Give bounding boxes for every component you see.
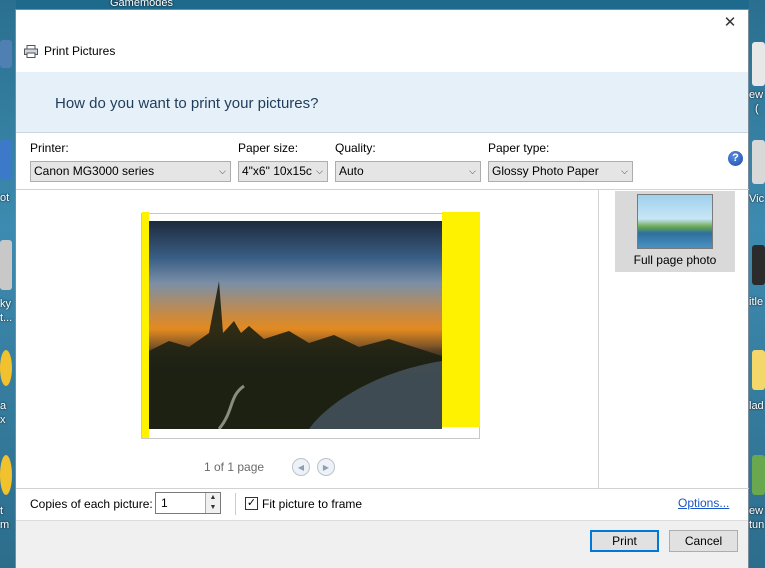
- next-page-button[interactable]: ▶: [317, 458, 335, 476]
- layout-thumbnail: [637, 194, 713, 249]
- print-button[interactable]: Print: [590, 530, 659, 552]
- printer-select[interactable]: Canon MG3000 series ⌵: [30, 161, 231, 182]
- desktop-label-top: Gamemodes: [110, 0, 173, 9]
- desktop-icon[interactable]: [752, 455, 765, 495]
- copies-value: 1: [161, 496, 168, 510]
- desktop-label: a: [0, 400, 7, 412]
- desktop-icon[interactable]: [0, 455, 12, 495]
- desktop-label: ot: [0, 192, 10, 204]
- chevron-down-icon: ⌵: [469, 166, 476, 176]
- question-banner: How do you want to print your pictures?: [16, 72, 748, 133]
- paper-type-label: Paper type:: [488, 141, 550, 155]
- page-indicator: 1 of 1 page: [204, 460, 265, 474]
- quality-label: Quality:: [335, 141, 376, 155]
- print-preview-area: 1 of 1 page ◀ ▶: [16, 189, 598, 489]
- layout-full-page-photo[interactable]: Full page photo: [615, 191, 735, 272]
- desktop-right-strip: ew ( Vic itle lad ew tun: [749, 0, 765, 568]
- chevron-down-icon: ⌵: [621, 166, 628, 176]
- printer-select-value: Canon MG3000 series: [34, 164, 155, 178]
- desktop-icon[interactable]: [752, 245, 765, 285]
- desktop-label: t...: [0, 312, 13, 324]
- stepper-down-button[interactable]: ▼: [205, 503, 220, 513]
- print-pictures-dialog: ✕ Print Pictures How do you want to prin…: [15, 9, 749, 568]
- close-button[interactable]: ✕: [721, 14, 739, 32]
- paper-size-select[interactable]: 4"x6" 10x15c ⌵: [238, 161, 328, 182]
- layout-panel: Full page photo: [598, 189, 749, 489]
- dialog-title: Print Pictures: [44, 44, 116, 58]
- desktop-icon[interactable]: [752, 42, 765, 86]
- fit-to-frame-checkbox[interactable]: ✓: [245, 497, 258, 510]
- desktop-icon[interactable]: [752, 350, 765, 390]
- options-link[interactable]: Options...: [678, 496, 729, 510]
- printer-label: Printer:: [30, 141, 69, 155]
- copies-label: Copies of each picture:: [30, 497, 153, 511]
- cancel-button[interactable]: Cancel: [669, 530, 738, 552]
- quality-select-value: Auto: [339, 164, 364, 178]
- desktop-label: ew: [749, 89, 764, 101]
- highlight-left: [142, 212, 149, 438]
- desktop-icon[interactable]: [0, 40, 12, 68]
- desktop-label: lad: [749, 400, 764, 412]
- desktop-icon[interactable]: [752, 140, 765, 184]
- help-icon[interactable]: ?: [728, 151, 743, 166]
- desktop-label: tun: [749, 519, 765, 531]
- desktop-left-strip: ot ky t... a x t m: [0, 0, 16, 568]
- copies-stepper[interactable]: 1 ▲ ▼: [155, 492, 221, 514]
- desktop-label: Vic: [749, 193, 765, 205]
- desktop-icon[interactable]: [0, 140, 12, 180]
- paper-size-label: Paper size:: [238, 141, 299, 155]
- desktop-icon[interactable]: [0, 240, 12, 290]
- question-heading: How do you want to print your pictures?: [55, 95, 319, 112]
- desktop-label: ky: [0, 298, 11, 310]
- paper-size-select-value: 4"x6" 10x15c: [242, 164, 312, 178]
- desktop-label: itle: [749, 296, 764, 308]
- divider: [235, 493, 236, 515]
- fit-to-frame-label[interactable]: Fit picture to frame: [262, 497, 362, 511]
- previous-page-button[interactable]: ◀: [292, 458, 310, 476]
- chevron-down-icon: ⌵: [316, 166, 323, 176]
- paper-type-select[interactable]: Glossy Photo Paper ⌵: [488, 161, 633, 182]
- desktop-label: x: [0, 414, 6, 426]
- desktop-icon[interactable]: [0, 350, 12, 386]
- desktop-label: (: [755, 103, 759, 115]
- printer-icon: [24, 44, 38, 58]
- quality-select[interactable]: Auto ⌵: [335, 161, 481, 182]
- chevron-down-icon: ⌵: [219, 166, 226, 176]
- desktop-label: t: [0, 505, 4, 517]
- desktop-label: m: [0, 519, 10, 531]
- dialog-title-bar: Print Pictures: [24, 44, 115, 58]
- desktop-label: ew: [749, 505, 764, 517]
- paper-type-select-value: Glossy Photo Paper: [492, 164, 599, 178]
- highlight-right: [442, 212, 480, 427]
- layout-label: Full page photo: [633, 253, 717, 267]
- photo-preview: [149, 221, 442, 429]
